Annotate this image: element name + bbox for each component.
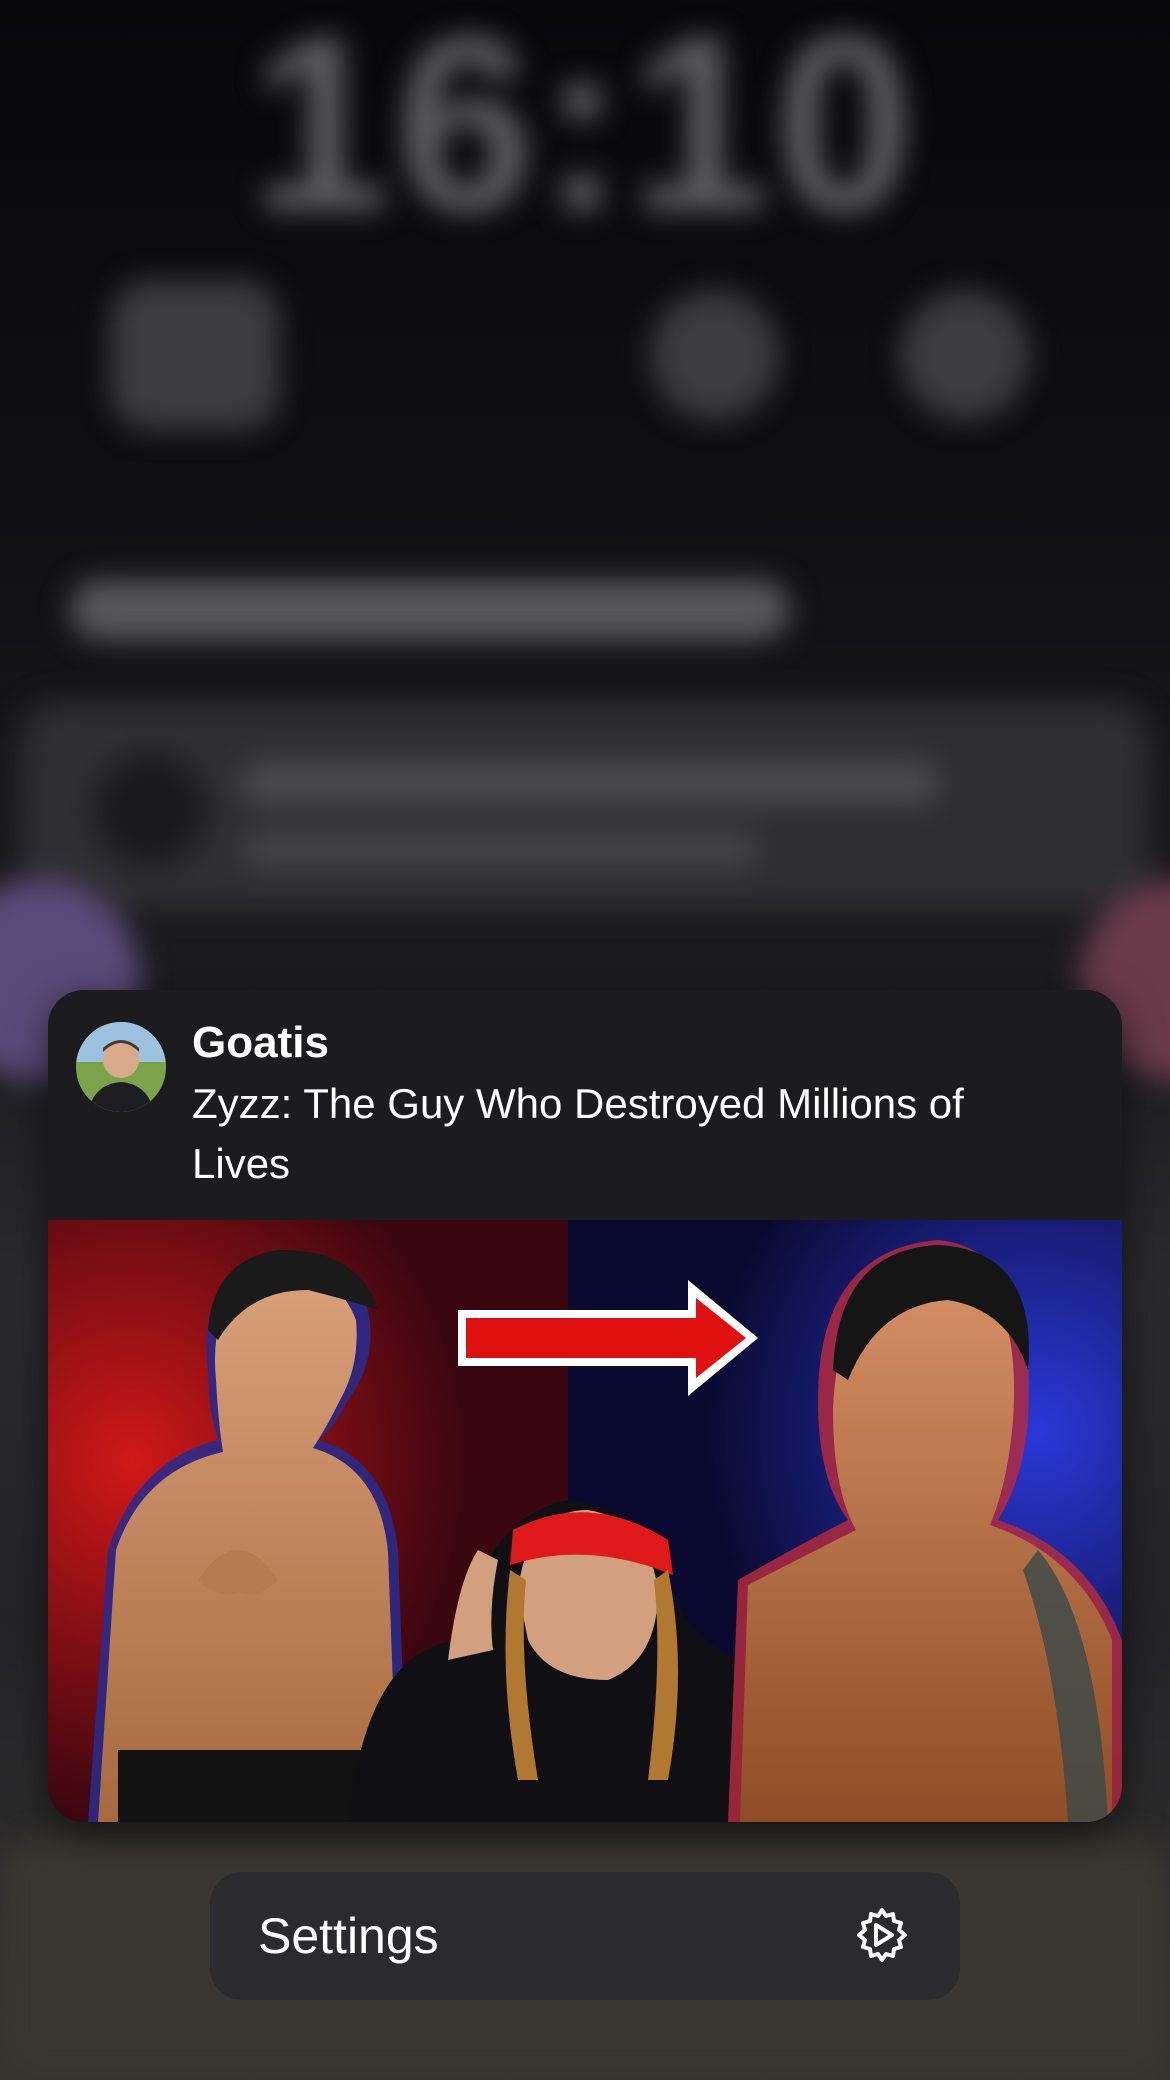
notification-sender: Goatis [192,1018,329,1067]
notification-title: Zyzz: The Guy Who Destroyed Millions of … [192,1080,964,1187]
gear-play-icon [852,1906,912,1966]
notification-header: Goatis Zyzz: The Guy Who Destroyed Milli… [48,990,1122,1220]
channel-avatar [76,1022,166,1112]
blurred-text-bar [70,580,790,640]
lock-screen: 16:10 Goatis Zyzz: The Guy Who Destroyed… [0,0,1170,2080]
lock-screen-clock: 16:10 [250,0,920,263]
widget-placeholder [650,290,780,420]
blurred-text-bar [240,760,940,805]
blurred-avatar [95,755,205,865]
widget-placeholder [110,280,280,430]
widget-placeholder [900,290,1030,420]
notification-card[interactable]: Goatis Zyzz: The Guy Who Destroyed Milli… [48,990,1122,1822]
video-thumbnail[interactable] [48,1220,1122,1822]
settings-button[interactable]: Settings [210,1872,960,2000]
settings-label: Settings [258,1908,439,1964]
blurred-text-bar [240,830,760,870]
